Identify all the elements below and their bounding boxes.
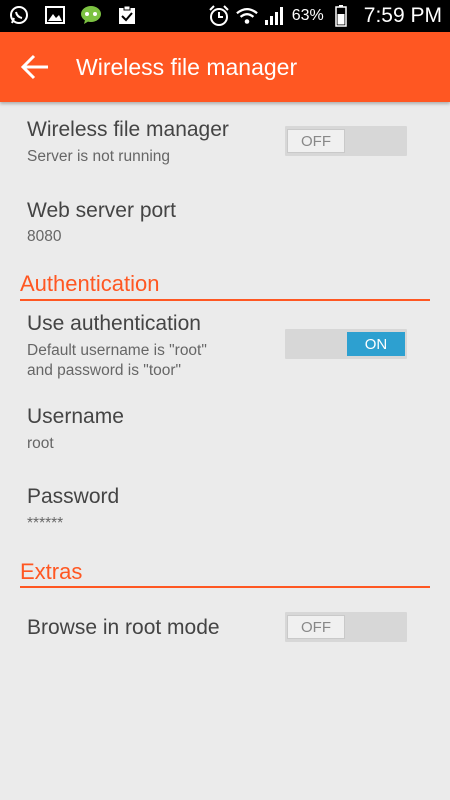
toggle-knob: OFF — [287, 615, 345, 639]
pref-username[interactable]: Username root — [0, 392, 450, 464]
authentication-toggle[interactable]: ON — [285, 329, 407, 359]
pref-summary: root — [27, 435, 54, 452]
whatsapp-icon — [8, 4, 30, 26]
clock: 7:59 PM — [363, 4, 442, 27]
pref-summary: 8080 — [27, 228, 62, 245]
pref-password[interactable]: Password ****** — [0, 472, 450, 544]
arrow-left-icon[interactable] — [20, 53, 50, 81]
signal-icon — [264, 5, 286, 27]
pref-browse-root-mode[interactable]: Browse in root mode OFF — [0, 600, 450, 656]
pref-summary: Default username is "root" and password … — [27, 342, 207, 379]
pref-title: Wireless file manager — [27, 118, 229, 141]
pref-wireless-server[interactable]: Wireless file manager Server is not runn… — [0, 102, 450, 178]
clipboard-check-icon — [116, 4, 138, 26]
pref-title: Browse in root mode — [27, 616, 220, 639]
battery-percent: 63% — [291, 7, 324, 24]
wifi-icon — [235, 5, 258, 27]
page-title: Wireless file manager — [76, 54, 298, 80]
pref-title: Use authentication — [27, 312, 201, 335]
pref-web-server-port[interactable]: Web server port 8080 — [0, 186, 450, 256]
pref-summary: Server is not running — [27, 148, 171, 165]
toggle-knob: OFF — [287, 129, 345, 153]
toggle-knob: ON — [347, 332, 405, 356]
server-toggle[interactable]: OFF — [285, 126, 407, 156]
section-header-authentication: Authentication — [20, 271, 160, 296]
pref-title: Password — [27, 485, 120, 508]
status-bar: 63% 7:59 PM — [0, 0, 450, 32]
app-bar: Wireless file manager — [0, 32, 450, 102]
pref-summary: ****** — [27, 515, 64, 532]
pref-title: Web server port — [27, 199, 176, 222]
notification-icons — [8, 4, 138, 26]
gallery-icon — [44, 4, 66, 26]
section-divider — [20, 299, 430, 301]
pref-title: Username — [27, 405, 124, 428]
section-divider — [20, 586, 430, 588]
root-mode-toggle[interactable]: OFF — [285, 612, 407, 642]
section-header-extras: Extras — [20, 559, 83, 584]
system-indicators: 63% 7:59 PM — [208, 0, 442, 32]
alarm-icon — [208, 5, 230, 27]
chat-app-icon — [80, 4, 102, 26]
pref-use-authentication[interactable]: Use authentication Default username is "… — [0, 304, 450, 384]
battery-icon — [330, 5, 352, 27]
